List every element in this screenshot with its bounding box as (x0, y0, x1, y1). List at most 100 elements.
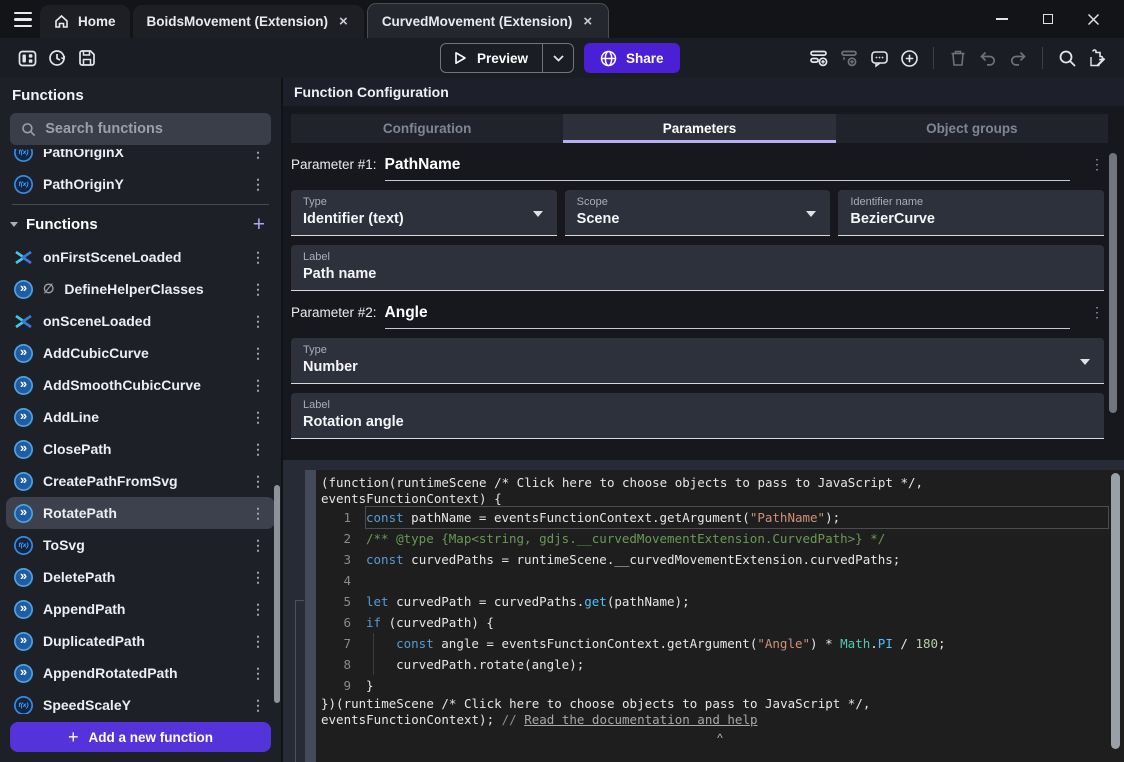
search-box[interactable] (10, 113, 271, 145)
item-menu-icon[interactable]: ⋮ (251, 378, 265, 392)
code-line-8[interactable]: 8 curvedPath.rotate(angle); (316, 654, 1124, 675)
function-item-appendpath[interactable]: »AppendPath⋮ (6, 593, 275, 625)
function-item-onsceneloaded[interactable]: onSceneLoaded⋮ (6, 305, 275, 337)
code-editor[interactable]: (function(runtimeScene /* Click here to … (316, 470, 1124, 762)
item-menu-icon[interactable]: ⋮ (251, 346, 265, 360)
code-line-content[interactable]: /** @type {Map<string, gdjs.__curvedMove… (366, 528, 1108, 549)
field-scope[interactable]: ScopeScene (565, 190, 831, 236)
close-icon[interactable] (1087, 13, 1100, 26)
function-item-createpathfromsvg[interactable]: »CreatePathFromSvg⋮ (6, 465, 275, 497)
function-item-onfirstsceneloaded[interactable]: onFirstSceneLoaded⋮ (6, 241, 275, 273)
item-menu-icon[interactable]: ⋮ (251, 538, 265, 552)
event-drag-handle[interactable] (305, 470, 316, 762)
main-menu-icon[interactable] (6, 3, 40, 36)
item-menu-icon[interactable]: ⋮ (251, 314, 265, 328)
code-line-content[interactable]: let curvedPath = curvedPaths.get(pathNam… (366, 591, 1108, 612)
tab-configuration[interactable]: Configuration (291, 114, 563, 143)
save-icon[interactable] (72, 43, 102, 73)
function-item-pathoriginx[interactable]: f(x)PathOriginX⋮ (6, 149, 275, 168)
preview-button-main[interactable]: Preview (441, 44, 542, 72)
tab-object-groups[interactable]: Object groups (836, 114, 1108, 143)
code-line-5[interactable]: 5let curvedPath = curvedPaths.get(pathNa… (316, 591, 1124, 612)
code-line-content[interactable]: curvedPath.rotate(angle); (366, 654, 1108, 675)
function-item-addsmoothcubiccurve[interactable]: »AddSmoothCubicCurve⋮ (6, 369, 275, 401)
function-item-rotatepath[interactable]: »RotatePath⋮ (6, 497, 275, 529)
add-circle-icon[interactable] (894, 43, 924, 73)
preview-dropdown[interactable] (543, 44, 573, 72)
item-menu-icon[interactable]: ⋮ (251, 506, 265, 520)
parameter-menu-icon[interactable]: ⋮ (1090, 156, 1104, 173)
field-identifier-name[interactable]: Identifier nameBezierCurve (838, 190, 1104, 236)
search-icon[interactable] (1052, 43, 1082, 73)
function-item-closepath[interactable]: »ClosePath⋮ (6, 433, 275, 465)
add-function-icon[interactable]: + (253, 214, 265, 235)
field-type[interactable]: TypeNumber (291, 338, 1104, 384)
code-line-4[interactable]: 4 (316, 570, 1124, 591)
field-type[interactable]: TypeIdentifier (text) (291, 190, 557, 236)
functions-group-header[interactable]: Functions+ (0, 208, 281, 241)
item-menu-icon[interactable]: ⋮ (251, 177, 265, 191)
tab-curvedmovement-extension-[interactable]: CurvedMovement (Extension)× (367, 3, 609, 38)
function-item-speedscaley[interactable]: f(x)SpeedScaleY⋮ (6, 689, 275, 714)
function-item-appendrotatedpath[interactable]: »AppendRotatedPath⋮ (6, 657, 275, 689)
code-line-content[interactable]: const angle = eventsFunctionContext.getA… (366, 633, 1108, 654)
code-scrollbar[interactable] (1111, 473, 1120, 749)
open-panels-icon[interactable] (12, 43, 42, 73)
documentation-link[interactable]: Read the documentation and help (524, 712, 757, 727)
code-line-content[interactable]: const pathName = eventsFunctionContext.g… (366, 507, 1108, 528)
item-menu-icon[interactable]: ⋮ (251, 250, 265, 264)
preview-button[interactable]: Preview (440, 43, 574, 73)
add-function-button[interactable]: + Add a new function (10, 722, 271, 752)
code-line-7[interactable]: 7 const angle = eventsFunctionContext.ge… (316, 633, 1124, 654)
field-label-text[interactable]: LabelPath name (291, 245, 1104, 291)
function-item-deletepath[interactable]: »DeletePath⋮ (6, 561, 275, 593)
tab-close-icon[interactable]: × (337, 14, 350, 29)
tab-home[interactable]: Home (40, 5, 130, 38)
item-menu-icon[interactable]: ⋮ (251, 666, 265, 680)
undo-icon[interactable] (973, 43, 1003, 73)
parameters-scrollbar[interactable] (1109, 153, 1117, 413)
code-line-6[interactable]: 6if (curvedPath) { (316, 612, 1124, 633)
function-item-definehelperclasses[interactable]: »∅DefineHelperClasses⋮ (6, 273, 275, 305)
item-menu-icon[interactable]: ⋮ (251, 634, 265, 648)
code-line-content[interactable]: } (366, 675, 1108, 696)
parameter-name-field[interactable]: PathName (385, 156, 1070, 181)
function-item-pathoriginy[interactable]: f(x)PathOriginY⋮ (6, 168, 275, 200)
search-input[interactable] (45, 121, 260, 137)
parameter-name-field[interactable]: Angle (385, 304, 1070, 329)
item-menu-icon[interactable]: ⋮ (251, 442, 265, 456)
tab-parameters[interactable]: Parameters (563, 114, 835, 143)
collapse-caret-icon[interactable]: ^ (316, 731, 1124, 745)
maximize-icon[interactable] (1041, 13, 1054, 26)
parameter-menu-icon[interactable]: ⋮ (1090, 304, 1104, 321)
edit-extension-icon[interactable] (1082, 43, 1112, 73)
item-menu-icon[interactable]: ⋮ (251, 698, 265, 712)
code-line-9[interactable]: 9} (316, 675, 1124, 696)
tab-boidsmovement-extension-[interactable]: BoidsMovement (Extension)× (133, 5, 364, 38)
tab-close-icon[interactable]: × (581, 14, 594, 29)
code-line-content[interactable]: const curvedPaths = runtimeScene.__curve… (366, 549, 1108, 570)
code-line-3[interactable]: 3const curvedPaths = runtimeScene.__curv… (316, 549, 1124, 570)
code-line-content[interactable]: if (curvedPath) { (366, 612, 1108, 633)
item-menu-icon[interactable]: ⋮ (251, 410, 265, 424)
code-line-content[interactable] (366, 570, 1108, 591)
function-item-addcubiccurve[interactable]: »AddCubicCurve⋮ (6, 337, 275, 369)
function-item-addline[interactable]: »AddLine⋮ (6, 401, 275, 433)
field-label-text[interactable]: LabelRotation angle (291, 393, 1104, 439)
share-button[interactable]: Share (584, 43, 680, 73)
code-line-2[interactable]: 2/** @type {Map<string, gdjs.__curvedMov… (316, 528, 1124, 549)
code-line-1[interactable]: 1const pathName = eventsFunctionContext.… (316, 507, 1124, 528)
item-menu-icon[interactable]: ⋮ (251, 282, 265, 296)
trash-icon[interactable] (943, 43, 973, 73)
add-comment-icon[interactable] (864, 43, 894, 73)
item-menu-icon[interactable]: ⋮ (251, 474, 265, 488)
redo-icon[interactable] (1003, 43, 1033, 73)
item-menu-icon[interactable]: ⋮ (251, 602, 265, 616)
minimize-icon[interactable] (995, 13, 1008, 26)
sidebar-scrollbar[interactable] (274, 485, 280, 703)
add-subevent-icon[interactable] (834, 43, 864, 73)
function-item-tosvg[interactable]: f(x)ToSvg⋮ (6, 529, 275, 561)
item-menu-icon[interactable]: ⋮ (251, 149, 265, 159)
item-menu-icon[interactable]: ⋮ (251, 570, 265, 584)
function-item-duplicatedpath[interactable]: »DuplicatedPath⋮ (6, 625, 275, 657)
